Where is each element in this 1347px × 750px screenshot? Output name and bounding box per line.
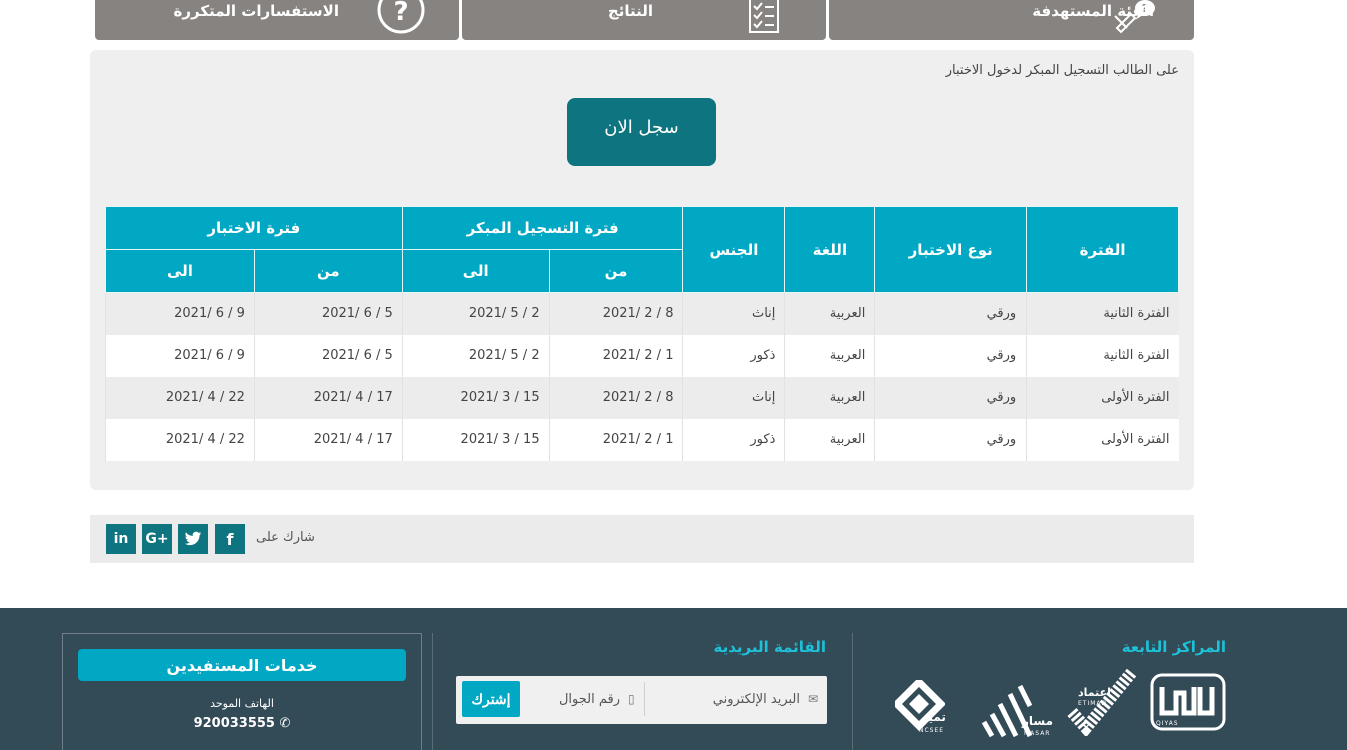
cell-reg-from: 2021/ 2 / 8 bbox=[548, 376, 683, 419]
cell-type: ورقي bbox=[874, 334, 1027, 377]
tab-label: الفئة المستهدفة bbox=[1032, 2, 1154, 20]
col-reg-to: الى bbox=[401, 249, 550, 293]
facebook-icon[interactable]: f bbox=[215, 524, 245, 554]
subscribe-button[interactable]: إشترك bbox=[462, 681, 520, 717]
cell-type: ورقي bbox=[874, 418, 1027, 461]
test-periods-table: الفترة نوع الاختبار اللغة الجنس فترة الت… bbox=[105, 206, 1179, 461]
cell-period: الفترة الأولى bbox=[1026, 376, 1179, 419]
col-language: اللغة bbox=[784, 206, 876, 293]
cell-language: العربية bbox=[784, 418, 875, 461]
table-row: الفترة الأولى ورقي العربية إناث 2021/ 2 … bbox=[105, 376, 1179, 419]
svg-text:?: ? bbox=[393, 0, 408, 27]
cell-test-to: 2021/ 4 / 22 bbox=[105, 376, 255, 419]
col-reg-from: من bbox=[548, 249, 684, 293]
cell-test-from: 2021/ 6 / 5 bbox=[253, 292, 403, 335]
twitter-icon[interactable] bbox=[178, 524, 208, 554]
early-registration-notice: على الطالب التسجيل المبكر لدخول الاختبار bbox=[945, 63, 1179, 78]
mailing-list-title: القائمة البريدية bbox=[713, 638, 826, 656]
linkedin-icon[interactable]: in bbox=[106, 524, 136, 554]
table-row: الفترة الثانية ورقي العربية ذكور 2021/ 2… bbox=[105, 334, 1179, 377]
share-label: شارك على bbox=[256, 530, 315, 545]
cell-language: العربية bbox=[784, 292, 875, 335]
tab-label: النتائج bbox=[607, 2, 653, 20]
tab-target-audience[interactable]: ? الفئة المستهدفة bbox=[829, 0, 1194, 40]
cell-gender: إناث bbox=[682, 292, 785, 335]
cell-gender: إناث bbox=[682, 376, 785, 419]
col-test-from: من bbox=[253, 249, 403, 293]
cell-period: الفترة الأولى bbox=[1026, 418, 1179, 461]
col-early-registration: فترة التسجيل المبكر bbox=[401, 206, 684, 250]
tab-results[interactable]: النتائج bbox=[462, 0, 826, 40]
footer-divider bbox=[432, 633, 433, 750]
cell-test-from: 2021/ 4 / 17 bbox=[253, 376, 403, 419]
col-test-to: الى bbox=[105, 249, 255, 293]
mobile-field[interactable] bbox=[524, 681, 642, 717]
cell-test-from: 2021/ 4 / 17 bbox=[253, 418, 403, 461]
phone-icon: ✆ bbox=[279, 716, 291, 731]
cell-reg-from: 2021/ 2 / 1 bbox=[548, 418, 683, 461]
cell-type: ورقي bbox=[874, 376, 1027, 419]
cell-test-to: 2021/ 6 / 9 bbox=[105, 292, 255, 335]
field-separator bbox=[644, 682, 645, 716]
envelope-icon: ✉ bbox=[808, 692, 819, 706]
beneficiary-services-title: خدمات المستفيدين bbox=[78, 649, 406, 681]
unified-phone-label: الهاتف الموحد bbox=[210, 697, 274, 710]
cell-reg-to: 2021/ 3 / 15 bbox=[401, 376, 550, 419]
section-tabs: ? الفئة المستهدفة النتائج ? الاستفسارات … bbox=[95, 0, 1194, 40]
masar-logo[interactable]: مسار MASAR bbox=[978, 684, 1056, 744]
table-row: الفترة الثانية ورقي العربية إناث 2021/ 2… bbox=[105, 292, 1179, 335]
cell-period: الفترة الثانية bbox=[1026, 292, 1179, 335]
footer-divider bbox=[852, 633, 853, 750]
cell-period: الفترة الثانية bbox=[1026, 334, 1179, 377]
cell-reg-to: 2021/ 3 / 15 bbox=[401, 418, 550, 461]
col-period: الفترة bbox=[1026, 206, 1179, 293]
cell-language: العربية bbox=[784, 376, 875, 419]
tab-faq[interactable]: ? الاستفسارات المتكررة bbox=[95, 0, 459, 40]
col-gender: الجنس bbox=[682, 206, 786, 293]
affiliated-centers-title: المراكز التابعة bbox=[1121, 638, 1226, 656]
etimad-logo[interactable]: اعتماد ETIMAD bbox=[1064, 666, 1140, 740]
tamayuz-logo[interactable]: تميز NCSEE bbox=[892, 677, 946, 740]
cell-type: ورقي bbox=[874, 292, 1027, 335]
question-icon: ? bbox=[377, 0, 425, 38]
qiyas-logo[interactable]: QIYAS bbox=[1150, 673, 1226, 735]
col-test-period: فترة الاختبار bbox=[105, 206, 403, 250]
col-test-type: نوع الاختبار bbox=[874, 206, 1028, 293]
cell-test-to: 2021/ 4 / 22 bbox=[105, 418, 255, 461]
cell-reg-from: 2021/ 2 / 8 bbox=[548, 292, 683, 335]
checklist-icon bbox=[744, 0, 784, 38]
cell-language: العربية bbox=[784, 334, 875, 377]
cell-test-from: 2021/ 6 / 5 bbox=[253, 334, 403, 377]
cell-reg-to: 2021/ 5 / 2 bbox=[401, 292, 550, 335]
table-row: الفترة الأولى ورقي العربية ذكور 2021/ 2 … bbox=[105, 418, 1179, 461]
mobile-icon: ▯ bbox=[628, 692, 635, 706]
register-now-button[interactable]: سجل الان bbox=[567, 98, 716, 166]
cell-gender: ذكور bbox=[682, 418, 785, 461]
unified-phone-number: 920033555 bbox=[193, 716, 275, 731]
google-plus-icon[interactable]: G+ bbox=[142, 524, 172, 554]
cell-reg-to: 2021/ 5 / 2 bbox=[401, 334, 550, 377]
tab-label: الاستفسارات المتكررة bbox=[173, 2, 339, 20]
cell-gender: ذكور bbox=[682, 334, 785, 377]
email-field[interactable] bbox=[648, 681, 822, 717]
cell-reg-from: 2021/ 2 / 1 bbox=[548, 334, 683, 377]
unified-phone[interactable]: ✆ 920033555 bbox=[62, 716, 422, 731]
cell-test-to: 2021/ 6 / 9 bbox=[105, 334, 255, 377]
